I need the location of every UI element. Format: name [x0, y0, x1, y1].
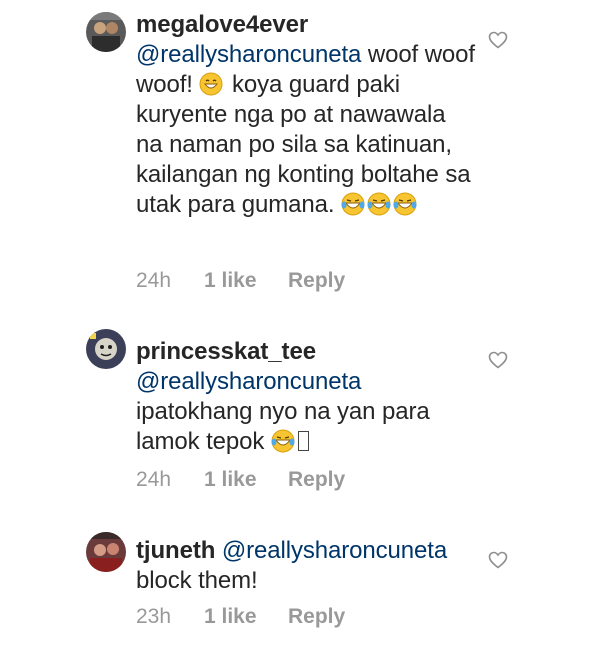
reply-button[interactable]: Reply — [288, 605, 345, 629]
comment-meta: 23h 1 like Reply — [136, 605, 345, 629]
avatar[interactable] — [86, 532, 126, 572]
laughing-tears-emoji-icon — [341, 192, 365, 216]
comment-username[interactable]: megalove4ever — [136, 11, 308, 38]
avatar[interactable] — [86, 12, 126, 52]
like-heart-icon[interactable] — [488, 31, 508, 49]
mention-link[interactable]: @reallysharoncuneta — [136, 41, 361, 68]
comment-meta: 24h 1 like Reply — [136, 269, 345, 293]
comment-time: 23h — [136, 605, 172, 628]
laughing-tears-emoji-icon — [367, 192, 391, 216]
reply-button[interactable]: Reply — [288, 269, 345, 293]
like-heart-icon[interactable] — [488, 351, 508, 369]
like-heart-icon[interactable] — [488, 551, 508, 569]
comment-text: block them! — [136, 567, 258, 594]
avatar[interactable] — [86, 329, 126, 369]
comment-body: megalove4ever @reallysharoncuneta woof w… — [136, 10, 476, 220]
like-count[interactable]: 1 like — [204, 269, 288, 293]
reply-button[interactable]: Reply — [288, 468, 345, 492]
comment-body: tjuneth @reallysharoncuneta block them! — [136, 536, 481, 596]
comment-time: 24h — [136, 269, 172, 292]
mention-link[interactable]: @reallysharoncuneta — [222, 537, 447, 564]
like-count[interactable]: 1 like — [204, 468, 288, 492]
comment-body: princesskat_tee @reallysharoncuneta ipat… — [136, 337, 476, 457]
comment-username[interactable]: princesskat_tee — [136, 338, 316, 365]
mention-link[interactable]: @reallysharoncuneta — [136, 368, 361, 395]
like-count[interactable]: 1 like — [204, 605, 288, 629]
laughing-tears-emoji-icon — [271, 429, 295, 453]
comment-meta: 24h 1 like Reply — [136, 468, 345, 492]
missing-glyph-icon — [297, 431, 309, 451]
comment-time: 24h — [136, 468, 172, 491]
comment-username[interactable]: tjuneth — [136, 537, 215, 564]
grinning-emoji-icon — [199, 72, 223, 96]
laughing-tears-emoji-icon — [393, 192, 417, 216]
